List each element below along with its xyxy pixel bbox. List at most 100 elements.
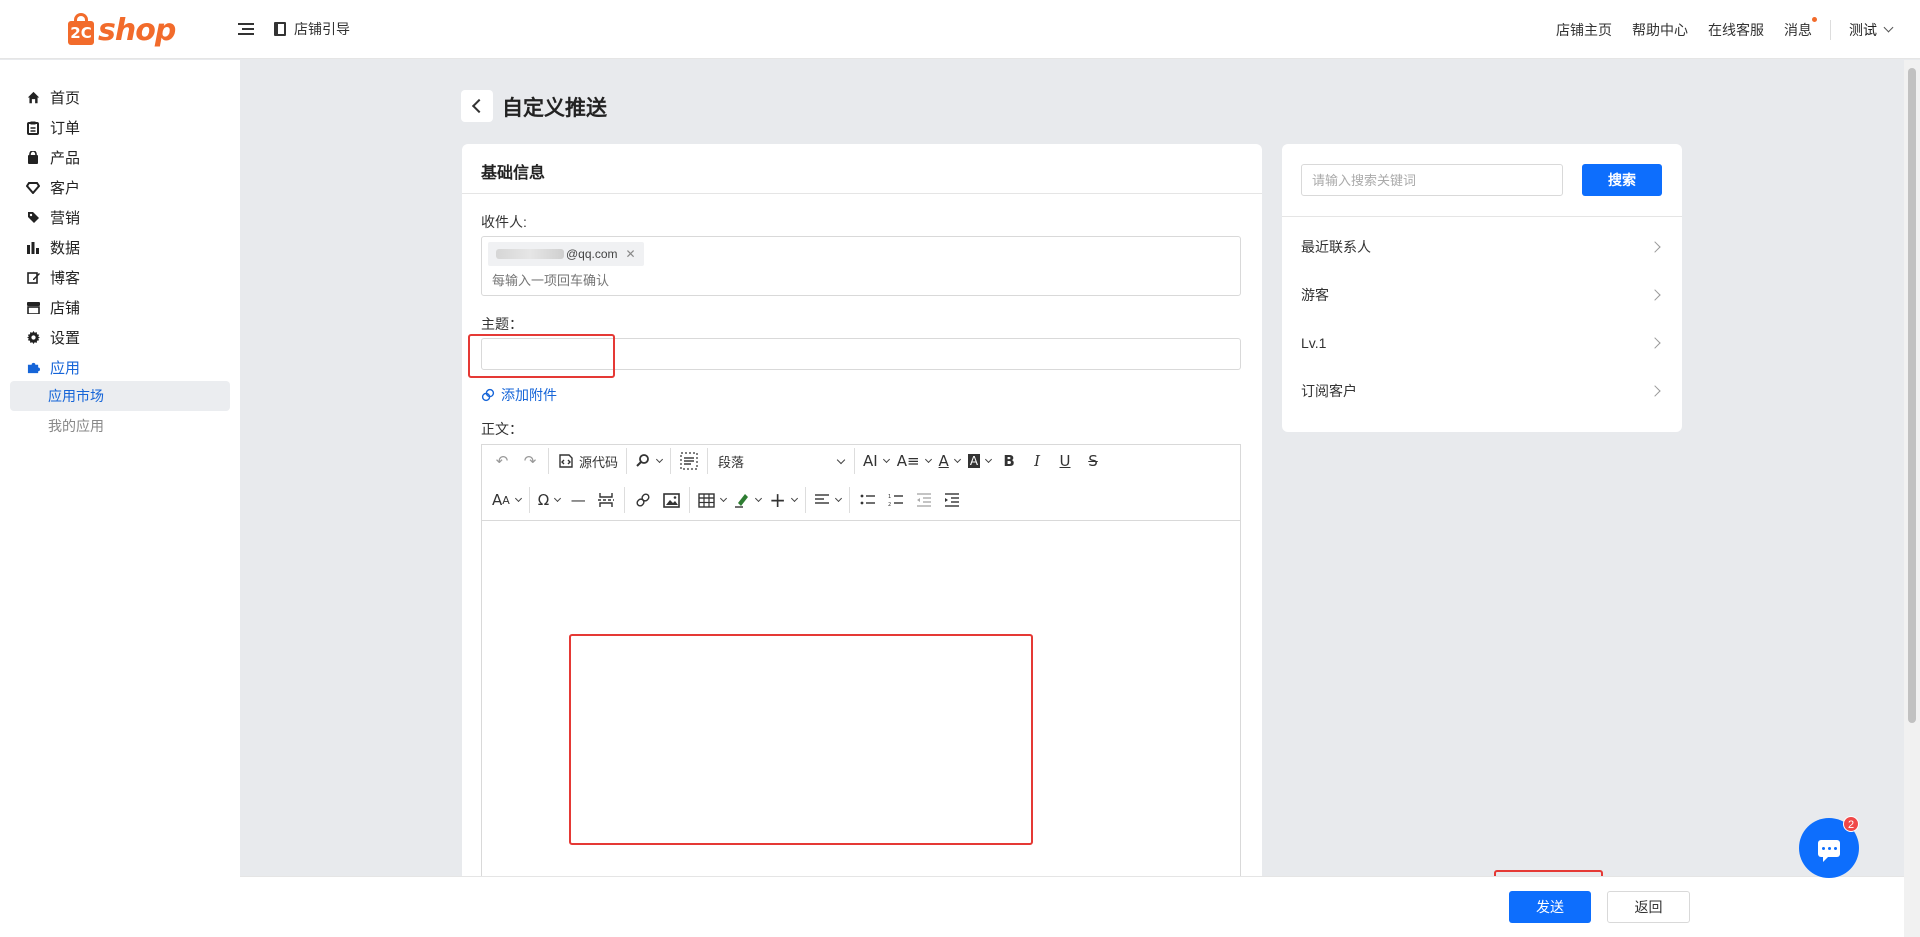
group-subscribers[interactable]: 订阅客户	[1301, 376, 1663, 406]
toolbar-divider	[548, 448, 549, 474]
search-button[interactable]: 搜索	[1582, 164, 1662, 196]
return-button[interactable]: 返回	[1607, 891, 1690, 923]
basic-info-card: 基础信息 收件人: @qq.com ✕ 主题： 添加附件 正文： ↶ ↷ 源代码	[462, 144, 1262, 880]
highlight-icon[interactable]	[730, 486, 765, 514]
font-family-icon[interactable]: AA	[488, 486, 525, 514]
puzzle-icon	[26, 361, 40, 375]
toolbar-divider	[528, 487, 530, 513]
select-all-icon[interactable]	[675, 447, 703, 475]
sidebar-subitem-my-apps[interactable]: 我的应用	[10, 411, 230, 441]
sidebar-item-label: 产品	[50, 150, 81, 167]
recipient-field[interactable]: @qq.com ✕	[481, 236, 1241, 296]
diamond-icon	[26, 181, 40, 195]
group-recent-contacts[interactable]: 最近联系人	[1301, 232, 1663, 262]
section-title: 基础信息	[481, 165, 546, 182]
blurred-email-prefix	[496, 249, 564, 259]
align-left-icon[interactable]	[810, 486, 845, 514]
indent-icon[interactable]	[938, 486, 966, 514]
sidebar-item-orders[interactable]: 订单	[26, 117, 80, 138]
sidebar-item-customers[interactable]: 客户	[26, 177, 80, 198]
page-break-icon[interactable]	[592, 486, 620, 514]
logo-mark-text: 2C	[68, 21, 94, 45]
page-scrollbar[interactable]	[1904, 60, 1920, 937]
insert-image-icon[interactable]	[657, 486, 685, 514]
subject-input[interactable]	[481, 338, 1241, 370]
send-button[interactable]: 发送	[1509, 891, 1591, 923]
sidebar: 首页 订单 产品 客户 营销 数据 博客 店铺 设置 应用 应用市场 我的应用	[0, 60, 240, 937]
add-attachment-link[interactable]: 添加附件	[481, 385, 557, 405]
redo-icon[interactable]: ↷	[516, 447, 544, 475]
svg-text:2: 2	[888, 502, 891, 507]
horizontal-line-icon[interactable]: —	[564, 486, 592, 514]
logo[interactable]: 2C shop	[66, 10, 176, 50]
chevron-right-icon	[1649, 241, 1661, 253]
top-nav-messages[interactable]: 消息	[1784, 16, 1817, 40]
sidebar-item-marketing[interactable]: 营销	[26, 207, 80, 228]
divider	[462, 193, 1262, 194]
font-size-icon[interactable]: AI	[859, 447, 893, 475]
bold-icon[interactable]: B	[995, 447, 1023, 475]
edit-icon	[26, 271, 40, 285]
special-character-icon[interactable]: Ω	[534, 486, 564, 514]
chat-bubble-icon	[1818, 839, 1840, 862]
toolbar-divider	[689, 487, 691, 513]
sidebar-item-home[interactable]: 首页	[26, 87, 80, 108]
store-guide-link[interactable]: 店铺引导	[274, 19, 350, 39]
numbered-list-icon[interactable]: 12	[882, 486, 910, 514]
bag-icon	[26, 151, 40, 165]
keyword-search-input[interactable]	[1301, 164, 1563, 196]
logo-text: shop	[98, 12, 176, 48]
subject-label: 主题：	[481, 316, 523, 332]
recipient-input[interactable]	[492, 273, 792, 288]
gear-icon	[26, 331, 40, 345]
strikethrough-icon[interactable]: S	[1079, 447, 1107, 475]
user-name: 测试	[1849, 21, 1877, 38]
toolbar-divider	[624, 487, 626, 513]
group-label: 游客	[1301, 287, 1329, 303]
sidebar-item-label: 博客	[50, 270, 81, 287]
group-lv1[interactable]: Lv.1	[1301, 328, 1663, 358]
editor-content-area[interactable]	[482, 522, 1240, 881]
editor-toolbar: ↶ ↷ 源代码 段落 AI A≡ A A B I U S A A Ω — + 1…	[482, 445, 1240, 521]
sidebar-item-apps[interactable]: 应用	[26, 357, 80, 378]
sidebar-item-settings[interactable]: 设置	[26, 327, 80, 348]
insert-plus-icon[interactable]: +	[765, 486, 801, 514]
sidebar-item-products[interactable]: 产品	[26, 147, 80, 168]
top-nav-store-home[interactable]: 店铺主页	[1556, 20, 1612, 40]
contacts-card: 搜索 最近联系人 游客 Lv.1 订阅客户	[1282, 144, 1682, 432]
top-nav: 店铺主页 帮助中心 在线客服 消息 测试	[1536, 0, 1920, 59]
top-nav-help-center[interactable]: 帮助中心	[1632, 20, 1688, 40]
source-code-button[interactable]: 源代码	[553, 447, 622, 475]
insert-link-icon[interactable]	[629, 486, 657, 514]
store-guide-label: 店铺引导	[294, 21, 350, 37]
paragraph-format-select[interactable]: 段落	[712, 447, 850, 475]
shopping-bag-logo-icon: 2C	[66, 13, 96, 47]
sidebar-item-store[interactable]: 店铺	[26, 297, 80, 318]
italic-icon[interactable]: I	[1023, 447, 1051, 475]
group-visitors[interactable]: 游客	[1301, 280, 1663, 310]
top-nav-online-support[interactable]: 在线客服	[1708, 20, 1764, 40]
background-color-icon[interactable]: A	[964, 447, 995, 475]
find-replace-icon[interactable]	[631, 447, 666, 475]
font-color-icon[interactable]: A	[935, 447, 964, 475]
menu-toggle-icon[interactable]	[238, 21, 254, 37]
toolbar-row-2: AA Ω — + 12	[488, 485, 966, 515]
outdent-icon[interactable]	[910, 486, 938, 514]
bulleted-list-icon[interactable]	[854, 486, 882, 514]
add-attachment-label: 添加附件	[501, 387, 557, 403]
chat-support-button[interactable]: 2	[1799, 816, 1859, 878]
user-menu[interactable]: 测试	[1849, 20, 1894, 40]
chevron-right-icon	[1649, 385, 1661, 397]
sidebar-item-blog[interactable]: 博客	[26, 267, 80, 288]
sidebar-subitem-app-market[interactable]: 应用市场	[10, 381, 230, 411]
scrollbar-thumb[interactable]	[1908, 68, 1916, 723]
sidebar-item-data[interactable]: 数据	[26, 237, 80, 258]
line-height-icon[interactable]: A≡	[893, 447, 935, 475]
source-code-icon	[559, 454, 573, 468]
undo-icon[interactable]: ↶	[488, 447, 516, 475]
table-icon[interactable]	[694, 486, 730, 514]
close-icon[interactable]: ✕	[626, 247, 636, 261]
toolbar-divider	[854, 448, 856, 474]
underline-icon[interactable]: U	[1051, 447, 1079, 475]
back-button[interactable]	[461, 90, 493, 122]
